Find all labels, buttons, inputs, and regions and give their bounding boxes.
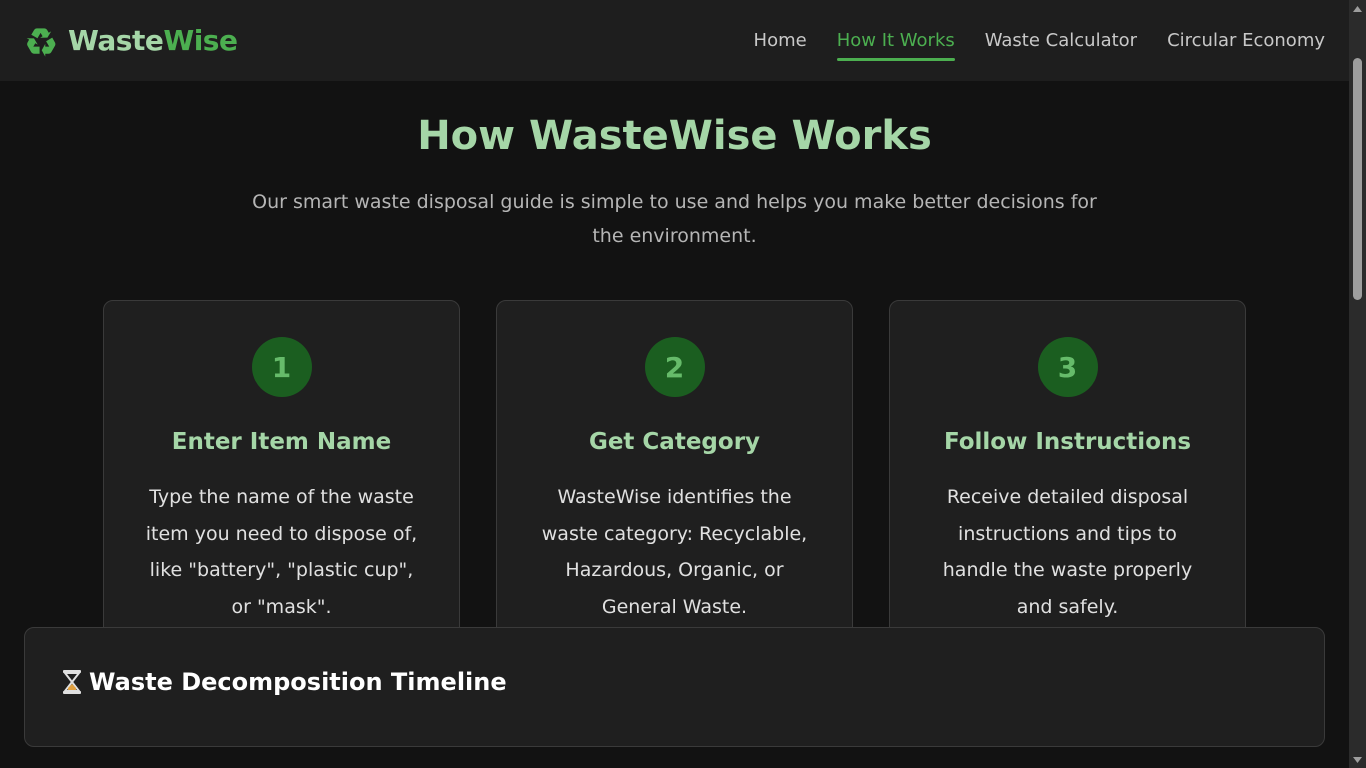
step-description: WasteWise identifies the waste category:… (541, 486, 808, 618)
scroll-down-arrow-icon[interactable] (1349, 751, 1366, 768)
timeline-title: Waste Decomposition Timeline (61, 668, 507, 696)
nav-link-waste-calculator[interactable]: Waste Calculator (985, 22, 1137, 59)
steps-section: 1 Enter Item Name Type the name of the w… (0, 300, 1349, 663)
recycle-icon (26, 27, 56, 57)
step-title: Follow Instructions (943, 429, 1192, 455)
brand-name: WasteWise (68, 24, 238, 57)
step-description: Type the name of the waste item you need… (145, 486, 418, 618)
navbar: WasteWise Home How It Works Waste Calcul… (0, 0, 1349, 81)
brand-logo[interactable]: WasteWise (24, 24, 238, 58)
step-card-2: 2 Get Category WasteWise identifies the … (496, 300, 853, 663)
step-number-badge: 1 (251, 337, 312, 397)
nav-link-how-it-works[interactable]: How It Works (836, 22, 955, 61)
step-number-badge: 2 (644, 337, 705, 397)
scrollbar-thumb[interactable] (1353, 58, 1362, 300)
page-title: How WasteWise Works (417, 113, 932, 159)
nav-link-home[interactable]: Home (754, 22, 807, 59)
step-description: Receive detailed disposal instructions a… (942, 486, 1193, 618)
brand-name-part2: Wise (163, 24, 238, 57)
decomposition-timeline-panel: Waste Decomposition Timeline (24, 627, 1325, 747)
timeline-title-text: Waste Decomposition Timeline (89, 668, 507, 696)
nav-link-circular-economy[interactable]: Circular Economy (1167, 22, 1325, 59)
step-card-1: 1 Enter Item Name Type the name of the w… (103, 300, 460, 663)
brand-name-part1: Waste (68, 24, 164, 57)
hourglass-icon (62, 670, 82, 694)
step-card-3: 3 Follow Instructions Receive detailed d… (889, 300, 1246, 663)
step-number-badge: 3 (1037, 337, 1098, 397)
nav-links: Home How It Works Waste Calculator Circu… (754, 22, 1325, 61)
main-content: How WasteWise Works Our smart waste disp… (0, 81, 1349, 663)
step-title: Enter Item Name (171, 429, 392, 455)
scroll-up-arrow-icon[interactable] (1349, 0, 1366, 17)
page-subtitle: Our smart waste disposal guide is simple… (252, 191, 1097, 247)
page-scrollbar[interactable] (1349, 0, 1366, 768)
step-title: Get Category (588, 429, 761, 455)
